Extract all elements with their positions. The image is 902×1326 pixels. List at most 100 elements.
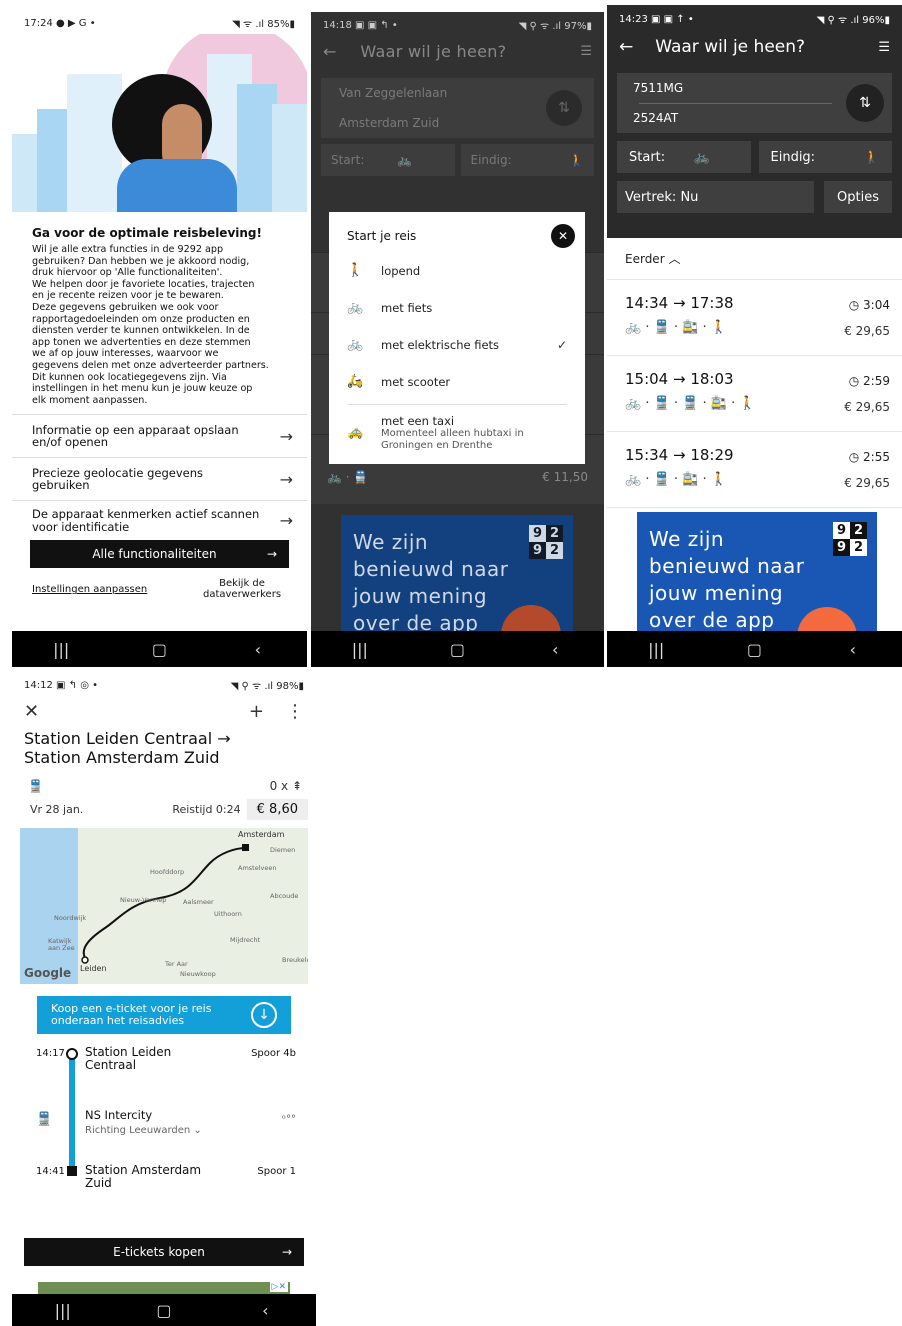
swap-icon[interactable]: ⇅ <box>846 84 884 122</box>
map-label: Amsterdam <box>238 830 285 839</box>
recent-apps-button[interactable]: ||| <box>31 640 91 659</box>
trip-row[interactable]: 🚲 · 🚆 € 11,50 <box>327 470 588 484</box>
options-button[interactable]: Opties <box>824 181 892 213</box>
back-arrow-icon[interactable]: ← <box>323 42 336 61</box>
trip-detail-screen: 14:12 ▣ ↰ ◎ • ◥ ⚲ ᯤ .ıl 98%▮ ✕ + ⋮ Stati… <box>12 674 316 1326</box>
map-label: Nieuwkoop <box>180 970 216 978</box>
mode-option-bike[interactable]: 🚲 met fiets <box>329 289 585 326</box>
consent-option-scan[interactable]: De apparaat kenmerken actief scannen voo… <box>12 500 307 540</box>
home-button[interactable]: ▢ <box>724 640 784 659</box>
add-icon[interactable]: + <box>249 701 264 722</box>
route-map[interactable]: Amsterdam Diemen Hoofddorp Amstelveen Ni… <box>20 828 308 984</box>
map-label: Abcoude <box>270 892 299 900</box>
close-icon[interactable]: ✕ <box>24 701 39 722</box>
survey-ad[interactable]: We zijn benieuwd naar jouw mening over d… <box>637 512 877 632</box>
arrow-right-icon: → <box>279 426 293 446</box>
mode-row: 🚆 0 x ⇞ <box>12 767 316 793</box>
close-icon[interactable]: ✕ <box>551 224 575 248</box>
from-field[interactable]: 7511MG <box>633 81 683 95</box>
mode-option-walk[interactable]: 🚶 lopend <box>329 252 585 289</box>
status-time: 14:23 <box>619 13 648 25</box>
clock-icon: ◷ <box>848 298 860 312</box>
home-button[interactable]: ▢ <box>134 1301 194 1320</box>
walk-icon: 🚶 <box>347 263 364 278</box>
mode-label: lopend <box>381 263 421 278</box>
buy-etickets-label: E-tickets kopen <box>113 1245 205 1259</box>
trip-date: Vr 28 jan. <box>30 803 84 816</box>
trip-price: € 29,65 <box>844 476 890 490</box>
start-mode-selector[interactable]: Start: 🚲 <box>321 144 455 176</box>
status-icons: ● ▶ G • <box>56 17 96 29</box>
trip-option[interactable]: 14:34 → 17:38 ◷ 3:04 🚲 · 🚆 · 🚉 · 🚶 € 29,… <box>607 280 902 356</box>
eticket-banner[interactable]: Koop een e-ticket voor je reis onderaan … <box>37 996 291 1034</box>
swap-icon[interactable]: ⇅ <box>546 90 582 126</box>
service-direction[interactable]: Richting Leeuwarden ⌄ <box>85 1125 202 1136</box>
status-time: 14:12 <box>24 679 53 691</box>
filter-icon[interactable]: ☰ <box>580 44 592 59</box>
departure-label: Vertrek: <box>625 189 677 205</box>
map-label: Leiden <box>80 964 107 973</box>
status-bar: 17:24 ● ▶ G • ◥ ᯤ .ıl 85%▮ <box>12 12 307 34</box>
journey-timeline: 14:17 Station Leiden Centraal Spoor 4b 🚆… <box>12 1044 316 1204</box>
end-label: Eindig: <box>470 153 512 167</box>
top-bar: ← Waar wil je heen? ☰ <box>311 34 604 68</box>
more-icon[interactable]: ⋮ <box>286 701 304 722</box>
status-time: 17:24 <box>24 17 53 29</box>
start-mode-selector[interactable]: Start: 🚲 <box>617 141 751 173</box>
survey-ad[interactable]: We zijn benieuwd naar jouw mening over d… <box>341 515 573 632</box>
end-mode-selector[interactable]: Eindig: 🚶 <box>758 141 892 173</box>
bike-icon: 🚲 <box>693 149 710 165</box>
earlier-button[interactable]: Eerder ︿ <box>607 238 902 280</box>
to-field[interactable]: 2524AT <box>633 111 678 125</box>
mode-option-ebike[interactable]: 🚲 met elektrische fiets ✓ <box>329 326 585 363</box>
end-mode-selector[interactable]: Eindig: 🚶 <box>460 144 594 176</box>
trip-price: € 11,50 <box>542 470 588 484</box>
back-arrow-icon[interactable]: ← <box>619 37 633 57</box>
accept-all-button[interactable]: Alle functionaliteiten → <box>30 540 289 569</box>
recent-apps-button[interactable]: ||| <box>330 640 390 659</box>
trip-results-screen: 14:23 ▣ ▣ ↑ • ◥ ⚲ ᯤ .ıl 96%▮ ← Waar wil … <box>607 5 902 667</box>
9292-logo: 9292 <box>529 525 563 559</box>
departure-selector[interactable]: Vertrek: Nu <box>617 181 814 213</box>
transfers: 0 x ⇞ <box>269 779 302 793</box>
from-field[interactable]: Van Zeggelenlaan <box>339 86 447 100</box>
ad-close-icon[interactable]: ▷✕ <box>269 1282 288 1292</box>
home-button[interactable]: ▢ <box>129 640 189 659</box>
consent-screen: 17:24 ● ▶ G • ◥ ᯤ .ıl 85%▮ Ga voor de op… <box>12 12 307 667</box>
top-bar: ✕ + ⋮ <box>12 696 316 726</box>
train-icon: 🚆 <box>28 779 43 793</box>
back-button[interactable]: ‹ <box>525 640 585 659</box>
back-button[interactable]: ‹ <box>823 640 883 659</box>
status-right-icons: ◥ ᯤ .ıl 85%▮ <box>232 19 295 30</box>
map-label: Noordwijk <box>54 914 87 922</box>
filter-icon[interactable]: ☰ <box>878 40 890 55</box>
mode-option-scooter[interactable]: 🛵 met scooter <box>329 363 585 400</box>
recent-apps-button[interactable]: ||| <box>626 640 686 659</box>
trip-option[interactable]: 15:04 → 18:03 ◷ 2:59 🚲 · 🚆 · 🚆 · 🚉 · 🚶 €… <box>607 356 902 432</box>
google-logo: Google <box>24 966 72 980</box>
mode-option-taxi[interactable]: 🚕 met een taxi Momenteel alleen hubtaxi … <box>347 404 567 460</box>
consent-option-storage[interactable]: Informatie op een apparaat opslaan en/of… <box>12 414 307 457</box>
ad-text: We zijn benieuwd naar jouw mening over d… <box>649 527 805 632</box>
android-nav-bar: ||| ▢ ‹ <box>607 631 902 667</box>
processors-link[interactable]: Bekijk de dataverwerkers <box>197 578 287 600</box>
trip-option[interactable]: 15:34 → 18:29 ◷ 2:55 🚲 · 🚆 · 🚉 · 🚶 € 29,… <box>607 432 902 508</box>
home-button[interactable]: ▢ <box>427 640 487 659</box>
consent-option-geolocation[interactable]: Precieze geolocatie gegevens gebruiken → <box>12 457 307 500</box>
arrow-right-icon: → <box>281 1245 292 1259</box>
arrival-platform: Spoor 1 <box>257 1166 296 1177</box>
start-mode-screen: 14:18 ▣ ▣ ↰ • ◥ ⚲ ᯤ .ıl 97%▮ ← Waar wil … <box>311 12 604 667</box>
status-time: 14:18 <box>323 19 352 31</box>
buy-etickets-button[interactable]: E-tickets kopen → <box>24 1238 304 1266</box>
recent-apps-button[interactable]: ||| <box>33 1301 93 1320</box>
back-button[interactable]: ‹ <box>235 1301 295 1320</box>
back-button[interactable]: ‹ <box>228 640 288 659</box>
accept-all-label: Alle functionaliteiten <box>92 547 217 562</box>
departure-row: Vertrek: Nu Opties <box>617 181 892 213</box>
planner-header: 14:23 ▣ ▣ ↑ • ◥ ⚲ ᯤ .ıl 96%▮ ← Waar wil … <box>607 5 902 238</box>
clock-icon: ◷ <box>848 450 860 464</box>
to-field[interactable]: Amsterdam Zuid <box>339 116 439 130</box>
settings-link[interactable]: Instellingen aanpassen <box>32 578 147 600</box>
map-label: Breukelen <box>282 956 308 964</box>
walk-icon: 🚶 <box>863 149 880 165</box>
